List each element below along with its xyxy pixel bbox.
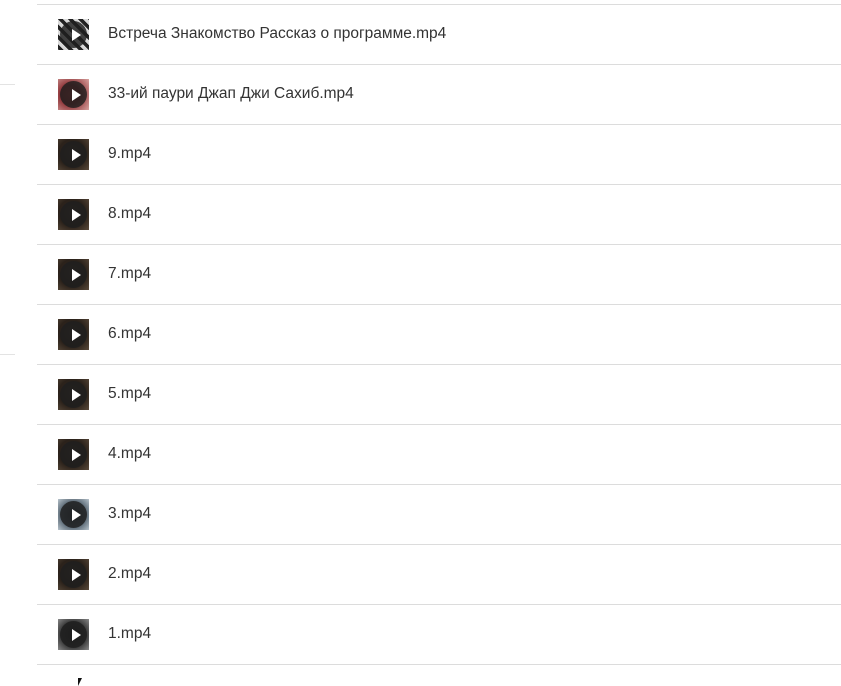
video-thumbnail[interactable]: [58, 439, 89, 470]
video-file-name[interactable]: Встреча Знакомство Рассказ о программе.m…: [108, 25, 446, 43]
video-file-row[interactable]: 9.mp4: [37, 125, 841, 185]
video-thumbnail[interactable]: [58, 379, 89, 410]
video-file-row[interactable]: 3.mp4: [37, 485, 841, 545]
mouse-cursor-icon: [78, 678, 82, 686]
play-icon[interactable]: [60, 261, 87, 288]
video-file-name[interactable]: 4.mp4: [108, 445, 151, 463]
left-panel-divider: [0, 84, 15, 85]
video-file-row[interactable]: 5.mp4: [37, 365, 841, 425]
play-icon[interactable]: [60, 561, 87, 588]
video-file-name[interactable]: 5.mp4: [108, 385, 151, 403]
play-icon[interactable]: [60, 81, 87, 108]
video-file-name[interactable]: 33-ий паури Джап Джи Сахиб.mp4: [108, 85, 354, 103]
video-file-list: Встреча Знакомство Рассказ о программе.m…: [37, 4, 841, 665]
play-icon[interactable]: [60, 501, 87, 528]
video-file-row[interactable]: 1.mp4: [37, 605, 841, 665]
video-thumbnail[interactable]: [58, 499, 89, 530]
video-thumbnail[interactable]: [58, 559, 89, 590]
video-file-name[interactable]: 6.mp4: [108, 325, 151, 343]
video-thumbnail[interactable]: [58, 79, 89, 110]
left-panel-divider: [0, 354, 15, 355]
video-file-row[interactable]: 33-ий паури Джап Джи Сахиб.mp4: [37, 65, 841, 125]
video-file-row[interactable]: 4.mp4: [37, 425, 841, 485]
video-file-row[interactable]: 2.mp4: [37, 545, 841, 605]
video-file-row[interactable]: Встреча Знакомство Рассказ о программе.m…: [37, 5, 841, 65]
video-thumbnail[interactable]: [58, 139, 89, 170]
video-files-page: Встреча Знакомство Рассказ о программе.m…: [0, 0, 841, 686]
play-icon[interactable]: [60, 621, 87, 648]
video-file-row[interactable]: 6.mp4: [37, 305, 841, 365]
video-thumbnail[interactable]: [58, 199, 89, 230]
video-thumbnail[interactable]: [58, 619, 89, 650]
play-icon[interactable]: [60, 441, 87, 468]
video-thumbnail[interactable]: [58, 19, 89, 50]
play-icon[interactable]: [60, 21, 87, 48]
play-icon[interactable]: [60, 201, 87, 228]
video-file-name[interactable]: 3.mp4: [108, 505, 151, 523]
video-thumbnail[interactable]: [58, 259, 89, 290]
play-icon[interactable]: [60, 381, 87, 408]
video-file-name[interactable]: 8.mp4: [108, 205, 151, 223]
video-file-name[interactable]: 2.mp4: [108, 565, 151, 583]
video-file-row[interactable]: 7.mp4: [37, 245, 841, 305]
video-file-row[interactable]: 8.mp4: [37, 185, 841, 245]
video-file-name[interactable]: 9.mp4: [108, 145, 151, 163]
play-icon[interactable]: [60, 321, 87, 348]
video-file-name[interactable]: 1.mp4: [108, 625, 151, 643]
play-icon[interactable]: [60, 141, 87, 168]
video-file-name[interactable]: 7.mp4: [108, 265, 151, 283]
video-thumbnail[interactable]: [58, 319, 89, 350]
